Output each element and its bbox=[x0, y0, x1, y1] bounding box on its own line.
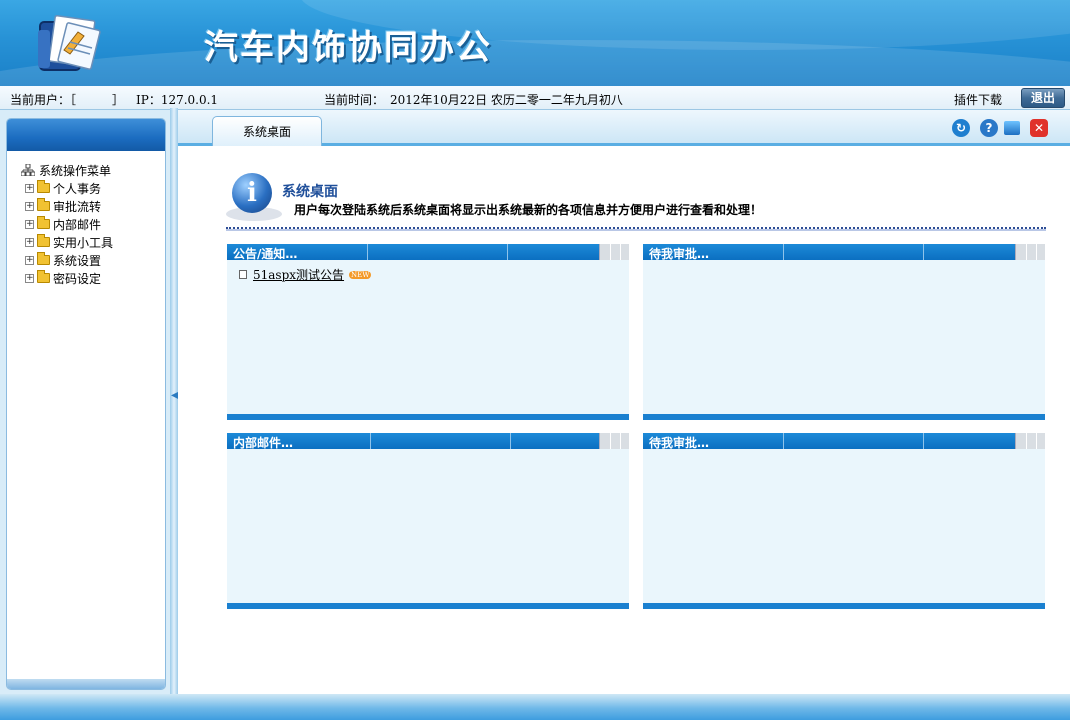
main-area: 系统桌面 ↻ ? ✕ i 系统桌面 用户每次登陆系统后系统桌面将显示出系统最新的… bbox=[178, 110, 1070, 694]
expand-icon[interactable]: + bbox=[25, 201, 34, 211]
folder-icon bbox=[37, 234, 50, 247]
sidebar-item-password[interactable]: + 密码设定 bbox=[21, 269, 113, 287]
sidebar-panel: 系统操作菜单 + 个人事务 + 审批流转 + 内部邮件 + 实用小工具 + 系统… bbox=[6, 118, 166, 690]
pending-approval-panel: 待我审批… bbox=[643, 433, 1045, 609]
ip-label: IP：127.0.0.1 bbox=[136, 93, 219, 107]
sidebar-item-label: 系统设置 bbox=[53, 253, 102, 268]
current-time-label: 当前时间： 2012年10月22日 农历二零一二年九月初八 bbox=[324, 93, 623, 107]
folder-icon bbox=[37, 252, 50, 265]
sidebar-footer bbox=[7, 679, 165, 689]
panel-header: 待我审批… bbox=[643, 244, 1045, 261]
expand-icon[interactable]: + bbox=[25, 219, 34, 229]
panel-title: 待我审批… bbox=[649, 247, 710, 261]
menu-tree-root[interactable]: 系统操作菜单 bbox=[21, 161, 113, 179]
panel-controls[interactable] bbox=[1015, 244, 1045, 260]
sidebar-header bbox=[7, 119, 165, 151]
banner-title: 系统桌面 bbox=[282, 184, 338, 200]
expand-icon[interactable]: + bbox=[25, 273, 34, 283]
refresh-icon[interactable]: ↻ bbox=[952, 119, 970, 137]
notice-link[interactable]: 51aspx测试公告 bbox=[253, 266, 344, 283]
folder-icon bbox=[37, 180, 50, 193]
sidebar-item-approval[interactable]: + 审批流转 bbox=[21, 197, 113, 215]
app-header: 汽车内饰协同办公 bbox=[0, 0, 1070, 86]
tab-bar: 系统桌面 ↻ ? ✕ bbox=[178, 110, 1070, 146]
window-icon[interactable] bbox=[1004, 121, 1020, 135]
desktop-content: i 系统桌面 用户每次登陆系统后系统桌面将显示出系统最新的各项信息并方便用户进行… bbox=[178, 149, 1070, 694]
plugin-download-link[interactable]: 插件下载 bbox=[954, 91, 1002, 108]
expand-icon[interactable]: + bbox=[25, 255, 34, 265]
exit-button[interactable]: 退出 bbox=[1021, 88, 1065, 108]
panel-footer bbox=[227, 603, 629, 609]
sidebar-item-label: 个人事务 bbox=[53, 181, 102, 196]
folder-icon bbox=[37, 270, 50, 283]
panel-footer bbox=[227, 414, 629, 420]
sidebar-item-label: 内部邮件 bbox=[53, 217, 102, 232]
tab-system-desktop[interactable]: 系统桌面 bbox=[212, 116, 322, 146]
panel-controls[interactable] bbox=[599, 244, 629, 260]
current-user-label: 当前用户：［ ］ bbox=[10, 93, 125, 107]
sidebar-item-label: 实用小工具 bbox=[53, 235, 114, 250]
menu-tree: 系统操作菜单 + 个人事务 + 审批流转 + 内部邮件 + 实用小工具 + 系统… bbox=[21, 161, 113, 287]
new-badge: NEW bbox=[349, 270, 372, 279]
panel-title: 待我审批… bbox=[649, 436, 710, 450]
app-title: 汽车内饰协同办公 bbox=[204, 28, 492, 68]
desktop-banner: i 系统桌面 用户每次登陆系统后系统桌面将显示出系统最新的各项信息并方便用户进行… bbox=[226, 171, 1046, 227]
sidebar-item-label: 密码设定 bbox=[53, 271, 102, 286]
folder-icon bbox=[37, 198, 50, 211]
info-icon: i bbox=[232, 173, 272, 213]
help-icon[interactable]: ? bbox=[980, 119, 998, 137]
expand-icon[interactable]: + bbox=[25, 183, 34, 193]
panel-header: 内部邮件… bbox=[227, 433, 629, 450]
app-footer bbox=[0, 694, 1070, 720]
banner-description: 用户每次登陆系统后系统桌面将显示出系统最新的各项信息并方便用户进行查看和处理！ bbox=[294, 203, 763, 217]
panel-controls[interactable] bbox=[1015, 433, 1045, 449]
panel-controls[interactable] bbox=[599, 433, 629, 449]
document-icon bbox=[239, 270, 247, 279]
panel-footer bbox=[643, 603, 1045, 609]
expand-icon[interactable]: + bbox=[25, 237, 34, 247]
banner-divider bbox=[226, 227, 1046, 231]
internal-mail-panel: 内部邮件… bbox=[227, 433, 629, 609]
sidebar-item-mail[interactable]: + 内部邮件 bbox=[21, 215, 113, 233]
panel-header: 公告/通知… bbox=[227, 244, 629, 261]
info-bar: 当前用户：［ ］ IP：127.0.0.1 当前时间： 2012年10月22日 … bbox=[0, 86, 1070, 110]
panel-title: 内部邮件… bbox=[233, 436, 294, 450]
sidebar-item-label: 审批流转 bbox=[53, 199, 102, 214]
sidebar-item-personal[interactable]: + 个人事务 bbox=[21, 179, 113, 197]
menu-tree-root-label: 系统操作菜单 bbox=[39, 163, 112, 178]
panel-header: 待我审批… bbox=[643, 433, 1045, 450]
sidebar-item-settings[interactable]: + 系统设置 bbox=[21, 251, 113, 269]
pending-approval-panel: 待我审批… bbox=[643, 244, 1045, 420]
panel-title: 公告/通知… bbox=[233, 247, 298, 261]
sidebar-item-tools[interactable]: + 实用小工具 bbox=[21, 233, 113, 251]
header-decoration bbox=[0, 40, 1070, 86]
sidebar: 系统操作菜单 + 个人事务 + 审批流转 + 内部邮件 + 实用小工具 + 系统… bbox=[0, 110, 175, 694]
panel-footer bbox=[643, 414, 1045, 420]
folder-document-logo-icon bbox=[38, 14, 101, 71]
folder-icon bbox=[37, 216, 50, 229]
list-item[interactable]: 51aspx测试公告 NEW bbox=[239, 266, 372, 283]
collapse-arrow-icon[interactable]: ◀ bbox=[171, 376, 179, 416]
close-icon[interactable]: ✕ bbox=[1030, 119, 1048, 137]
notice-panel: 公告/通知… 51aspx测试公告 NEW bbox=[227, 244, 629, 420]
tree-root-icon bbox=[21, 164, 35, 176]
